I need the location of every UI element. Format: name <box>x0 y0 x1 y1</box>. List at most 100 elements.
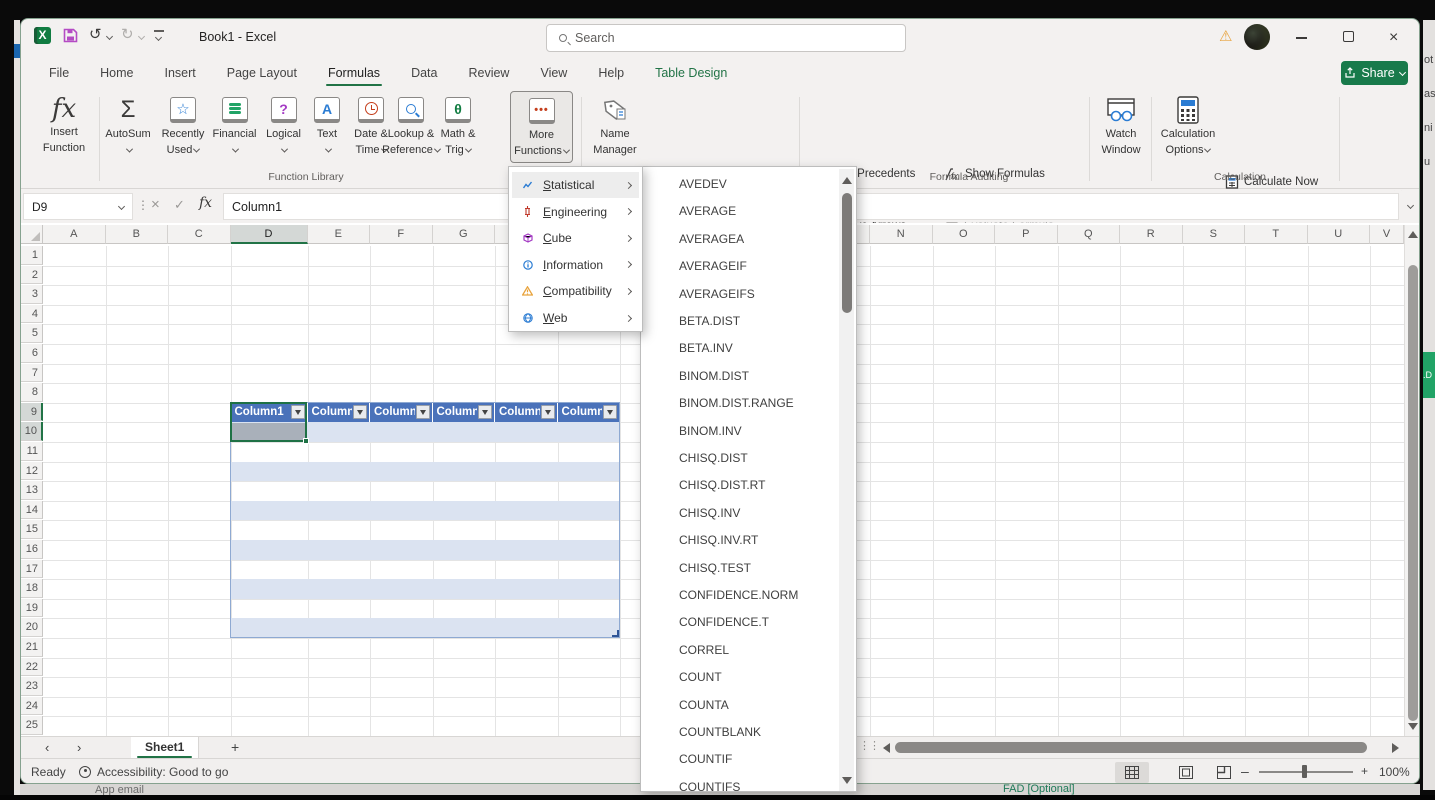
tab-table-design[interactable]: Table Design <box>653 62 729 84</box>
tab-review[interactable]: Review <box>466 62 511 84</box>
accessibility-status[interactable]: Accessibility: Good to go <box>97 765 228 779</box>
add-sheet-button[interactable]: + <box>231 739 239 755</box>
vertical-scrollbar[interactable] <box>1404 225 1420 736</box>
column-header-V[interactable]: V <box>1370 225 1404 244</box>
menu-item-information[interactable]: Information <box>512 252 639 278</box>
row-header-1[interactable]: 1 <box>21 246 43 265</box>
row-header-5[interactable]: 5 <box>21 324 43 343</box>
function-item-countifs[interactable]: COUNTIFS <box>643 774 839 792</box>
column-header-T[interactable]: T <box>1245 225 1308 244</box>
warning-icon[interactable]: ⚠ <box>1219 27 1232 45</box>
function-item-averageif[interactable]: AVERAGEIF <box>643 253 839 280</box>
row-header-21[interactable]: 21 <box>21 638 43 657</box>
row-header-14[interactable]: 14 <box>21 501 43 520</box>
column-header-N[interactable]: N <box>870 225 933 244</box>
submenu-scroll-down-icon[interactable] <box>842 777 852 784</box>
row-header-12[interactable]: 12 <box>21 462 43 481</box>
row-header-9[interactable]: 9 <box>21 403 43 422</box>
share-button[interactable]: Share <box>1341 61 1408 85</box>
function-item-count[interactable]: COUNT <box>643 664 839 691</box>
column-header-B[interactable]: B <box>106 225 169 244</box>
horizontal-scrollbar[interactable] <box>883 742 1399 754</box>
row-header-4[interactable]: 4 <box>21 305 43 324</box>
search-input[interactable]: Search <box>546 24 906 52</box>
row-header-3[interactable]: 3 <box>21 285 43 304</box>
scroll-left-icon[interactable] <box>883 743 890 753</box>
avatar[interactable] <box>1244 24 1270 50</box>
tab-scroll-splitter[interactable]: ⋮⋮ <box>859 739 879 752</box>
ribbon-button-math-trig[interactable]: θMath &Trig <box>433 91 483 163</box>
function-item-averageifs[interactable]: AVERAGEIFS <box>643 281 839 308</box>
submenu-scrollbar-thumb[interactable] <box>842 193 852 313</box>
insert-function-fx-icon[interactable]: fx <box>199 195 212 211</box>
ribbon-button-financial[interactable]: Financial <box>213 91 256 163</box>
undo-chevron-icon[interactable] <box>106 33 113 40</box>
tab-insert[interactable]: Insert <box>163 62 198 84</box>
row-header-23[interactable]: 23 <box>21 677 43 696</box>
column-header-D[interactable]: D <box>231 225 308 244</box>
function-item-binom.dist[interactable]: BINOM.DIST <box>643 363 839 390</box>
row-header-19[interactable]: 19 <box>21 599 43 618</box>
tab-formulas[interactable]: Formulas <box>326 62 382 84</box>
column-header-G[interactable]: G <box>433 225 496 244</box>
tab-data[interactable]: Data <box>409 62 439 84</box>
scroll-right-icon[interactable] <box>1392 743 1399 753</box>
prev-sheet-icon[interactable]: ‹ <box>45 740 49 755</box>
row-header-2[interactable]: 2 <box>21 266 43 285</box>
name-box[interactable]: D9 <box>23 193 133 220</box>
close-button[interactable]: × <box>1389 29 1398 47</box>
function-item-counta[interactable]: COUNTA <box>643 692 839 719</box>
page-break-view-icon[interactable] <box>1207 762 1241 783</box>
row-header-13[interactable]: 13 <box>21 481 43 500</box>
ribbon-button-text[interactable]: AText <box>311 91 343 163</box>
row-header-20[interactable]: 20 <box>21 618 43 637</box>
filter-dropdown-button[interactable] <box>478 405 492 419</box>
ribbon-button-more-functions[interactable]: •••MoreFunctions <box>510 91 573 163</box>
insert-function-button[interactable]: fxInsertFunction <box>35 91 93 163</box>
function-item-chisq.inv.rt[interactable]: CHISQ.INV.RT <box>643 527 839 554</box>
menu-item-statistical[interactable]: Statistical <box>512 172 639 198</box>
function-item-binom.dist.range[interactable]: BINOM.DIST.RANGE <box>643 390 839 417</box>
sheet-tab-sheet1[interactable]: Sheet1 <box>131 737 199 759</box>
tab-page-layout[interactable]: Page Layout <box>225 62 299 84</box>
zoom-level[interactable]: 100% <box>1379 765 1410 779</box>
ribbon-button-logical[interactable]: ?Logical <box>258 91 309 163</box>
row-header-16[interactable]: 16 <box>21 540 43 559</box>
row-header-10[interactable]: 10 <box>21 422 43 441</box>
ribbon-button-autosum[interactable]: ΣAutoSum <box>103 91 153 163</box>
zoom-out-icon[interactable]: – <box>1241 763 1249 779</box>
function-item-confidence.t[interactable]: CONFIDENCE.T <box>643 609 839 636</box>
maximize-button[interactable] <box>1343 31 1354 42</box>
select-all-corner[interactable] <box>21 225 43 244</box>
excel-app-icon[interactable]: X <box>34 27 51 44</box>
tab-help[interactable]: Help <box>596 62 626 84</box>
formula-bar-expand-icon[interactable] <box>1407 202 1414 209</box>
vertical-scrollbar-thumb[interactable] <box>1408 265 1418 721</box>
function-item-binom.inv[interactable]: BINOM.INV <box>643 418 839 445</box>
function-item-correl[interactable]: CORREL <box>643 637 839 664</box>
tab-file[interactable]: File <box>47 62 71 84</box>
horizontal-scrollbar-thumb[interactable] <box>895 742 1367 753</box>
row-header-11[interactable]: 11 <box>21 442 43 461</box>
column-header-R[interactable]: R <box>1120 225 1183 244</box>
menu-item-compatibility[interactable]: Compatibility <box>512 278 639 304</box>
row-header-15[interactable]: 15 <box>21 520 43 539</box>
function-item-averagea[interactable]: AVERAGEA <box>643 226 839 253</box>
zoom-in-icon[interactable]: + <box>1361 764 1368 778</box>
name-manager-button[interactable]: NameManager <box>587 91 643 163</box>
function-item-chisq.dist.rt[interactable]: CHISQ.DIST.RT <box>643 472 839 499</box>
column-header-A[interactable]: A <box>43 225 106 244</box>
row-header-17[interactable]: 17 <box>21 560 43 579</box>
function-item-beta.inv[interactable]: BETA.INV <box>643 335 839 362</box>
column-header-O[interactable]: O <box>933 225 996 244</box>
calculation-options-button[interactable]: CalculationOptions <box>1157 91 1219 163</box>
row-header-25[interactable]: 25 <box>21 716 43 735</box>
scroll-down-icon[interactable] <box>1408 723 1418 730</box>
minimize-button[interactable] <box>1296 37 1307 39</box>
function-item-avedev[interactable]: AVEDEV <box>643 171 839 198</box>
submenu-scrollbar[interactable] <box>839 169 854 791</box>
ribbon-button-recently-used[interactable]: ☆RecentlyUsed <box>155 91 211 163</box>
row-header-6[interactable]: 6 <box>21 344 43 363</box>
column-header-C[interactable]: C <box>168 225 231 244</box>
submenu-scroll-up-icon[interactable] <box>842 177 852 184</box>
